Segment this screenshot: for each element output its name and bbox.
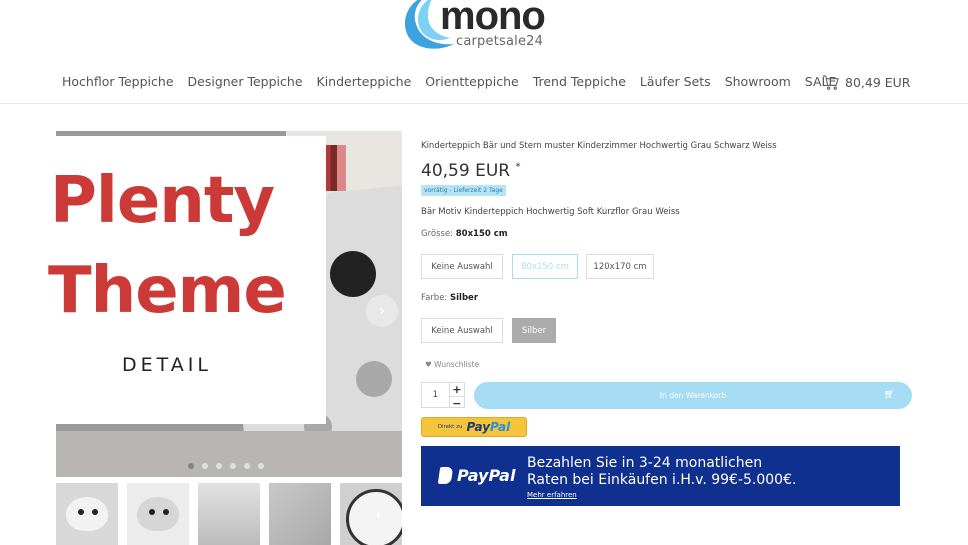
add-to-cart-button[interactable]: In den Warenkorb 🛒︎ bbox=[474, 382, 912, 409]
nav-item-hochflor[interactable]: Hochflor Teppiche bbox=[62, 74, 174, 89]
wishlist-link[interactable]: ♥ Wunschliste bbox=[425, 360, 479, 369]
size-label-text: Grösse: bbox=[421, 229, 454, 239]
logo[interactable]: mono carpetsale24 bbox=[398, 0, 558, 58]
product-title: Kinderteppich Bär und Stern muster Kinde… bbox=[421, 141, 777, 151]
rug-dot bbox=[356, 361, 392, 397]
thumbnail[interactable] bbox=[56, 483, 118, 545]
gallery-next-button[interactable]: › bbox=[366, 295, 398, 327]
nav-item-laeufer[interactable]: Läufer Sets bbox=[640, 74, 711, 89]
color-option-none[interactable]: Keine Auswahl bbox=[421, 318, 503, 343]
thumbnail[interactable] bbox=[127, 483, 189, 545]
logo-subtitle: carpetsale24 bbox=[456, 34, 544, 49]
thumbnail[interactable] bbox=[340, 483, 402, 545]
price-footnote-mark: * bbox=[515, 161, 521, 173]
paypal-wordmark: PayPal bbox=[457, 466, 516, 485]
size-option-none[interactable]: Keine Auswahl bbox=[421, 254, 503, 279]
cart-link[interactable]: 80,49 EUR bbox=[822, 74, 911, 91]
nav-item-trend[interactable]: Trend Teppiche bbox=[533, 74, 626, 89]
overlay-title-line1: Plenty bbox=[50, 164, 275, 238]
gallery-dots bbox=[188, 463, 264, 469]
thumbnail-next-button[interactable]: › bbox=[376, 506, 381, 522]
size-option-120x170[interactable]: 120x170 cm bbox=[586, 254, 654, 279]
header-divider bbox=[0, 103, 968, 104]
gallery-dot[interactable] bbox=[216, 463, 222, 469]
paypal-p-icon bbox=[437, 467, 454, 484]
paypal-learn-more-link[interactable]: Mehr erfahren bbox=[527, 491, 577, 499]
color-selected-value: Silber bbox=[450, 293, 479, 303]
thumbnail-strip bbox=[56, 483, 402, 545]
paypal-button-prefix: Direkt zu bbox=[437, 424, 463, 430]
rug-bear-eye bbox=[330, 251, 376, 297]
cart-icon: 🛒︎ bbox=[883, 390, 895, 400]
paypal-logo-pal: Pal bbox=[490, 420, 511, 434]
paypal-banner-line1: Bezahlen Sie in 3-24 monatlichen bbox=[527, 455, 763, 471]
paypal-logo: PayPal bbox=[437, 466, 516, 485]
paypal-express-button[interactable]: Direkt zu Pay Pal bbox=[421, 417, 527, 437]
size-selected-value: 80x150 cm bbox=[455, 229, 508, 239]
short-description: Bär Motiv Kinderteppich Hochwertig Soft … bbox=[421, 207, 680, 217]
wishlist-label: Wunschliste bbox=[434, 360, 480, 369]
background-books bbox=[324, 145, 346, 191]
thumbnail[interactable] bbox=[269, 483, 331, 545]
quantity-input[interactable]: 1 bbox=[422, 383, 449, 407]
availability-badge: vorrätig - Lieferzeit 2 Tage bbox=[421, 185, 506, 196]
heart-icon: ♥ bbox=[425, 360, 432, 369]
main-nav: Hochflor Teppiche Designer Teppiche Kind… bbox=[62, 74, 836, 89]
nav-item-showroom[interactable]: Showroom bbox=[725, 74, 791, 89]
product-details: Kinderteppich Bär und Stern muster Kinde… bbox=[421, 141, 912, 506]
color-label-text: Farbe: bbox=[421, 293, 448, 303]
cart-total: 80,49 EUR bbox=[845, 75, 911, 90]
gallery-dot[interactable] bbox=[202, 463, 208, 469]
nav-item-designer[interactable]: Designer Teppiche bbox=[188, 74, 303, 89]
size-option-80x150[interactable]: 80x150 cm bbox=[512, 254, 578, 279]
thumbnail[interactable] bbox=[198, 483, 260, 545]
quantity-decrease-button[interactable]: − bbox=[450, 397, 464, 410]
paypal-banner-line2: Raten bei Einkäufen i.H.v. 99€-5.000€. bbox=[527, 472, 797, 488]
quantity-stepper: 1 + − bbox=[421, 382, 465, 410]
size-label: Grösse: 80x150 cm bbox=[421, 229, 508, 239]
gallery-dot[interactable] bbox=[230, 463, 236, 469]
paypal-installments-banner: PayPal Bezahlen Sie in 3-24 monatlichen … bbox=[421, 446, 900, 506]
nav-item-orient[interactable]: Orientteppiche bbox=[425, 74, 518, 89]
quantity-increase-button[interactable]: + bbox=[449, 383, 464, 397]
paypal-logo-pay: Pay bbox=[466, 420, 491, 434]
color-option-silber[interactable]: Silber bbox=[512, 318, 556, 343]
add-to-cart-label: In den Warenkorb bbox=[659, 391, 727, 400]
theme-overlay: Plenty Theme DETAIL bbox=[48, 136, 326, 424]
nav-item-kinder[interactable]: Kinderteppiche bbox=[317, 74, 412, 89]
floor bbox=[56, 431, 402, 477]
gallery-dot[interactable] bbox=[244, 463, 250, 469]
overlay-subtitle: DETAIL bbox=[122, 354, 212, 376]
cart-icon bbox=[822, 75, 839, 90]
overlay-title-line2: Theme bbox=[48, 254, 287, 328]
product-price: 40,59 EUR * bbox=[421, 161, 520, 181]
gallery-dot[interactable] bbox=[258, 463, 264, 469]
gallery-dot[interactable] bbox=[188, 463, 194, 469]
color-label: Farbe: Silber bbox=[421, 293, 478, 303]
price-value: 40,59 EUR bbox=[421, 161, 511, 181]
